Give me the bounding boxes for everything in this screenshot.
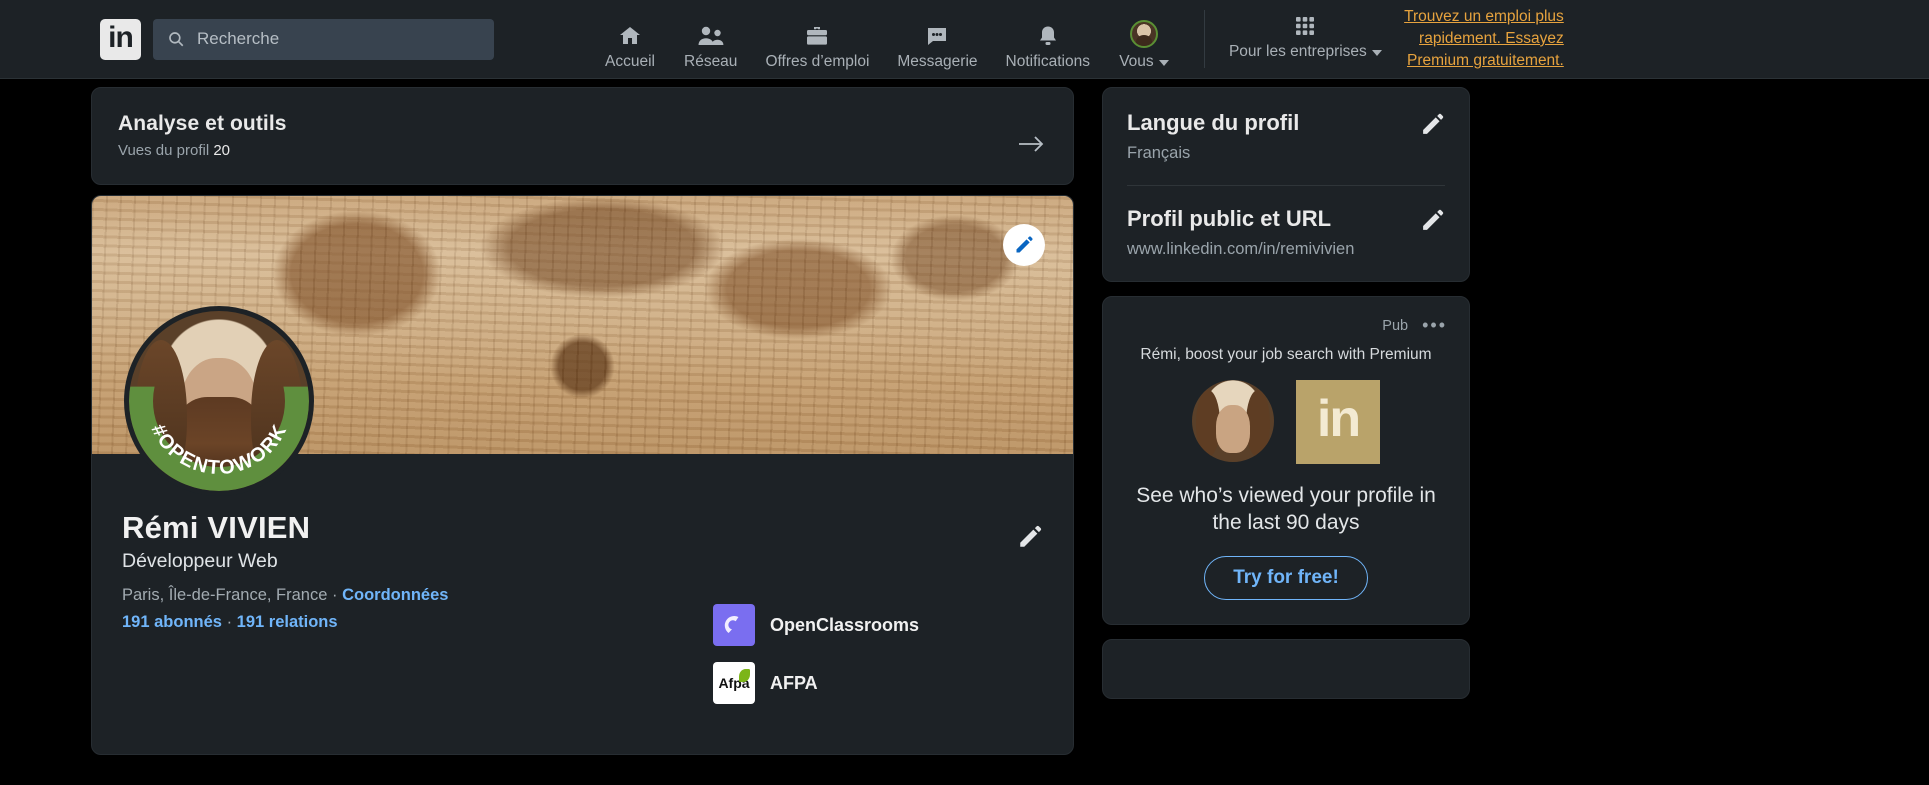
profile-location: Paris, Île-de-France, France	[122, 586, 328, 604]
analytics-metric: Vues du profil 20	[118, 142, 1047, 159]
ellipsis-icon[interactable]: •••	[1422, 315, 1447, 336]
nav-item-label: Vous	[1119, 52, 1169, 71]
edit-language-button[interactable]	[1420, 112, 1445, 142]
sidebar-next-card	[1102, 639, 1470, 699]
business-label: Pour les entreprises	[1229, 43, 1382, 61]
profile-settings-card: Langue du profil Français Profil public …	[1102, 87, 1470, 282]
connections-link[interactable]: 191 relations	[237, 613, 338, 631]
profile-language-value: Français	[1127, 144, 1191, 162]
user-avatar-icon	[1192, 380, 1274, 462]
nav-item-label: Messagerie	[897, 52, 978, 70]
ad-headline: Rémi, boost your job search with Premium	[1140, 346, 1432, 363]
search-icon	[167, 30, 185, 48]
briefcase-icon	[804, 20, 830, 48]
public-profile-url-row: Profil public et URL www.linkedin.com/in…	[1127, 206, 1445, 259]
top-navigation-bar: in Recherche Accueil Réseau Offres d’emp…	[0, 0, 1929, 79]
nav-item-vous-label: Vous	[1119, 52, 1154, 70]
network-people-icon	[697, 20, 725, 48]
profile-location-row: Paris, Île-de-France, France · Coordonné…	[122, 586, 1043, 605]
profile-headline: Développeur Web	[122, 550, 278, 572]
org-name: OpenClassrooms	[770, 614, 920, 635]
afpa-logo: Afpa	[713, 662, 755, 704]
nav-item-label: Offres d’emploi	[765, 52, 870, 70]
edit-public-url-button[interactable]	[1420, 208, 1445, 238]
nav-item-label: Accueil	[605, 52, 655, 70]
profile-card: #OPENTOWORK Rémi VIVIEN Développeur Web …	[91, 195, 1074, 755]
profile-organizations: OpenClassrooms Afpa AFPA	[713, 604, 1043, 720]
nav-left-group: in Recherche	[0, 18, 494, 60]
divider	[1127, 185, 1445, 186]
nav-items: Accueil Réseau Offres d’emploi Messageri…	[590, 0, 1184, 79]
page-title: Rémi VIVIEN	[122, 510, 311, 545]
arrow-right-icon[interactable]	[1017, 132, 1045, 158]
home-icon	[617, 20, 643, 48]
ad-images: in	[1125, 380, 1447, 464]
search-placeholder: Recherche	[197, 29, 280, 48]
nav-item-pour-les-entreprises[interactable]: Pour les entreprises	[1215, 10, 1396, 69]
nav-item-accueil[interactable]: Accueil	[590, 20, 670, 79]
list-item[interactable]: OpenClassrooms	[713, 604, 1043, 646]
analytics-metric-value: 20	[213, 142, 231, 159]
public-profile-value: www.linkedin.com/in/remivivien	[1127, 240, 1355, 258]
org-name: AFPA	[770, 672, 818, 693]
avatar[interactable]: #OPENTOWORK	[124, 306, 314, 496]
nav-item-vous[interactable]: Vous	[1104, 19, 1184, 79]
ad-header: Pub •••	[1125, 315, 1447, 336]
public-profile-heading: Profil public et URL	[1127, 206, 1332, 231]
contact-info-link[interactable]: Coordonnées	[342, 586, 448, 604]
nav-item-reseau[interactable]: Réseau	[670, 20, 751, 79]
profile-language-heading: Langue du profil	[1127, 110, 1300, 135]
openclassrooms-logo	[713, 604, 755, 646]
nav-item-notifications[interactable]: Notifications	[992, 20, 1104, 79]
premium-ad-card: Pub ••• Rémi, boost your job search with…	[1102, 296, 1470, 625]
chevron-down-icon	[1158, 59, 1169, 66]
profile-language-row: Langue du profil Français	[1127, 110, 1445, 163]
business-text: Pour les entreprises	[1228, 42, 1367, 60]
nav-item-label: Notifications	[1005, 52, 1090, 70]
nav-divider	[1203, 10, 1205, 68]
followers-link[interactable]: 191 abonnés	[122, 613, 222, 631]
analytics-title: Analyse et outils	[118, 112, 287, 135]
premium-promo-link[interactable]: Trouvez un emploi plus rapidement. Essay…	[1396, 6, 1626, 72]
analytics-card[interactable]: Analyse et outils Vues du profil 20	[91, 87, 1074, 185]
try-for-free-button[interactable]: Try for free!	[1204, 556, 1368, 600]
grid-apps-icon	[1293, 10, 1317, 38]
profile-details: Rémi VIVIEN Développeur Web Paris, Île-d…	[92, 510, 1073, 704]
linkedin-logo[interactable]: in	[100, 18, 141, 60]
search-input[interactable]: Recherche	[153, 18, 494, 60]
sidebar: Langue du profil Français Profil public …	[1102, 87, 1470, 699]
separator: ·	[332, 586, 338, 604]
ad-body-text: See who’s viewed your profile in the las…	[1136, 484, 1436, 534]
ad-label: Pub	[1382, 317, 1409, 334]
edit-profile-button[interactable]	[1017, 524, 1043, 555]
message-bubble-icon	[924, 20, 950, 48]
separator: ·	[226, 613, 233, 631]
list-item[interactable]: Afpa AFPA	[713, 662, 1043, 704]
page-body: Analyse et outils Vues du profil 20 #OPE…	[0, 79, 1929, 785]
nav-item-offres-emploi[interactable]: Offres d’emploi	[751, 20, 883, 79]
linkedin-gold-icon: in	[1296, 380, 1380, 464]
bell-icon	[1036, 20, 1060, 48]
nav-item-messagerie[interactable]: Messagerie	[883, 20, 991, 79]
analytics-metric-label: Vues du profil	[118, 142, 210, 159]
nav-item-label: Réseau	[684, 52, 738, 70]
user-avatar-icon	[1129, 19, 1158, 48]
main-column: Analyse et outils Vues du profil 20 #OPE…	[91, 87, 1074, 755]
chevron-down-icon	[1371, 49, 1382, 56]
edit-banner-button[interactable]	[1003, 224, 1045, 266]
